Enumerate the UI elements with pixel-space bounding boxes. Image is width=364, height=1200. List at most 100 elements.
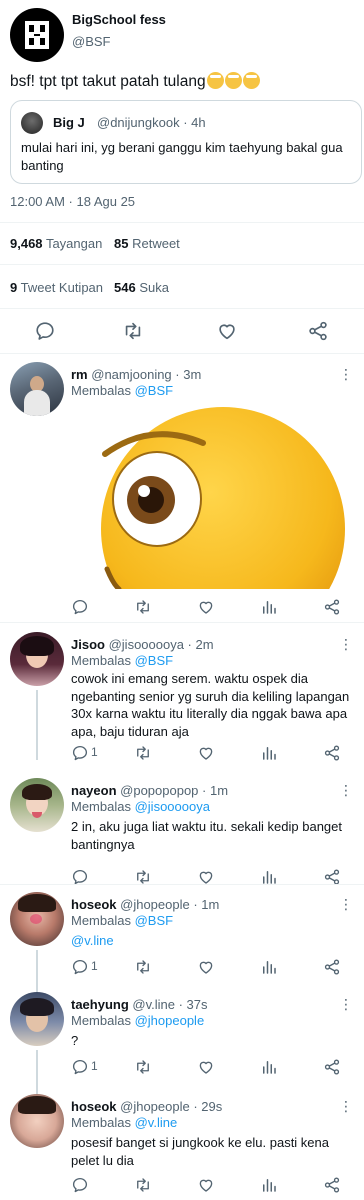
more-icon[interactable]: ⋮ — [339, 366, 354, 383]
share-icon[interactable] — [323, 958, 341, 976]
replying-to: Membalas @BSF — [71, 913, 173, 928]
likes-count: 546 — [114, 280, 136, 295]
more-icon[interactable]: ⋮ — [339, 896, 354, 913]
retweet-icon[interactable] — [134, 744, 152, 762]
reply-header: rm @namjooning · 3m — [71, 367, 201, 382]
likes-label: Suka — [139, 280, 169, 295]
replying-to-handle[interactable]: @BSF — [135, 653, 173, 668]
views-icon[interactable] — [260, 1058, 278, 1076]
author-name[interactable]: hoseok — [71, 1099, 117, 1114]
author-handle-time: @v.line · 37s — [132, 997, 208, 1012]
replying-to-handle[interactable]: @jisoooooya — [135, 799, 210, 814]
more-icon[interactable]: ⋮ — [339, 996, 354, 1013]
more-icon[interactable]: ⋮ — [339, 1098, 354, 1115]
replying-label: Membalas — [71, 383, 131, 398]
views-stat[interactable]: 9,468 Tayangan — [10, 236, 102, 251]
views-label: Tayangan — [45, 236, 103, 251]
reply-tweet[interactable]: nayeon @popopopop · 1m ⋮ Membalas @jisoo… — [0, 778, 364, 878]
views-icon[interactable] — [260, 1176, 278, 1194]
avatar[interactable] — [10, 362, 64, 416]
tweet-header: BigSchool fess @BSF — [10, 8, 354, 62]
views-count: 9,468 — [10, 236, 43, 251]
replying-label: Membalas — [71, 913, 131, 928]
views-icon[interactable] — [260, 598, 278, 616]
reply-text: cowok ini emang serem. waktu ospek dia n… — [71, 671, 350, 739]
reply-media[interactable] — [71, 399, 351, 589]
retweet-icon[interactable] — [134, 958, 152, 976]
avatar[interactable] — [10, 1094, 64, 1148]
quoted-avatar — [21, 112, 43, 134]
share-icon[interactable] — [323, 744, 341, 762]
bandage-face-emoji-icon — [242, 72, 260, 89]
reply-text: ? — [71, 1033, 79, 1048]
reply-tweet[interactable]: taehyung @v.line · 37s ⋮ Membalas @jhope… — [0, 992, 364, 1092]
author-handle[interactable]: @BSF — [72, 34, 110, 49]
author-name[interactable]: nayeon — [71, 783, 117, 798]
divider — [0, 622, 364, 623]
share-icon[interactable] — [323, 1058, 341, 1076]
share-icon[interactable] — [307, 320, 329, 342]
replying-to-handle[interactable]: @BSF — [135, 383, 173, 398]
avatar[interactable] — [10, 992, 64, 1046]
reply-icon[interactable] — [71, 1176, 89, 1194]
avatar[interactable] — [10, 892, 64, 946]
like-icon[interactable] — [197, 598, 215, 616]
reply-icon[interactable] — [71, 598, 89, 616]
more-icon[interactable]: ⋮ — [339, 782, 354, 799]
quotes-stat[interactable]: 9 Tweet Kutipan — [10, 280, 103, 295]
like-icon[interactable] — [216, 320, 238, 342]
reply-icon[interactable] — [71, 744, 89, 762]
mention-link[interactable]: @v.line — [71, 933, 114, 948]
author-name[interactable]: taehyung — [71, 997, 129, 1012]
bandage-face-emoji-icon — [224, 72, 242, 89]
avatar[interactable] — [10, 8, 64, 62]
retweet-icon[interactable] — [134, 598, 152, 616]
reply-icon[interactable] — [71, 958, 89, 976]
like-icon[interactable] — [197, 1176, 215, 1194]
divider — [0, 353, 364, 354]
reply-text: 2 in, aku juga liat waktu itu. sekali ke… — [71, 819, 343, 852]
timestamp[interactable]: 12:00 AM · 18 Agu 25 — [10, 194, 135, 209]
views-icon[interactable] — [260, 958, 278, 976]
avatar[interactable] — [10, 778, 64, 832]
author-name[interactable]: hoseok — [71, 897, 117, 912]
side-eye-emoji-image — [101, 407, 345, 589]
author-name[interactable]: rm — [71, 367, 88, 382]
author-handle-time: @namjooning · 3m — [91, 367, 202, 382]
replying-label: Membalas — [71, 799, 131, 814]
replying-to-handle[interactable]: @jhopeople — [135, 1013, 205, 1028]
quoted-author-handle: @dnijungkook · 4h — [97, 115, 206, 130]
author-name[interactable]: BigSchool fess — [72, 12, 166, 27]
reply-tweet[interactable]: Jisoo @jisoooooya · 2m ⋮ Membalas @BSF c… — [0, 632, 364, 762]
tweet-text: bsf! tpt tpt takut patah tulang — [10, 72, 260, 92]
author-handle-time: @jhopeople · 1m — [120, 897, 220, 912]
reply-icon[interactable] — [71, 1058, 89, 1076]
replying-to-handle[interactable]: @BSF — [135, 913, 173, 928]
like-icon[interactable] — [197, 1058, 215, 1076]
retweet-icon[interactable] — [122, 320, 144, 342]
reply-header: nayeon @popopopop · 1m — [71, 783, 228, 798]
retweets-stat[interactable]: 85 Retweet — [114, 236, 180, 251]
more-icon[interactable]: ⋮ — [339, 636, 354, 653]
replying-to-handle[interactable]: @v.line — [135, 1115, 178, 1130]
like-icon[interactable] — [197, 958, 215, 976]
retweet-icon[interactable] — [134, 1176, 152, 1194]
reply-header: Jisoo @jisoooooya · 2m — [71, 637, 214, 652]
reply-header: hoseok @jhopeople · 29s — [71, 1099, 222, 1114]
reply-tweet[interactable]: hoseok @jhopeople · 1m ⋮ Membalas @BSF @… — [0, 892, 364, 992]
quoted-tweet[interactable]: Big J @dnijungkook · 4h mulai hari ini, … — [10, 100, 362, 184]
reply-tweet[interactable]: rm @namjooning · 3m ⋮ Membalas @BSF — [0, 362, 364, 622]
author-name[interactable]: Jisoo — [71, 637, 105, 652]
share-icon[interactable] — [323, 1176, 341, 1194]
likes-stat[interactable]: 546 Suka — [114, 280, 169, 295]
avatar[interactable] — [10, 632, 64, 686]
reply-count: 1 — [91, 745, 98, 759]
share-icon[interactable] — [323, 598, 341, 616]
divider — [0, 264, 364, 265]
like-icon[interactable] — [197, 744, 215, 762]
reply-icon[interactable] — [34, 320, 56, 342]
reply-tweet[interactable]: hoseok @jhopeople · 29s ⋮ Membalas @v.li… — [0, 1094, 364, 1200]
reply-text: @v.line — [71, 932, 351, 950]
retweet-icon[interactable] — [134, 1058, 152, 1076]
views-icon[interactable] — [260, 744, 278, 762]
